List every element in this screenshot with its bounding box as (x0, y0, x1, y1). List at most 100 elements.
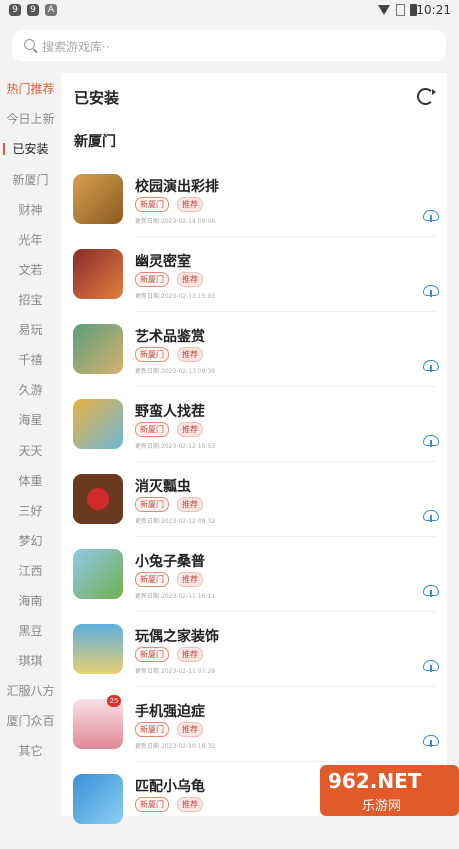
notification-icon: A (45, 4, 57, 16)
tag-channel: 新厦门 (135, 197, 169, 212)
tag-channel: 新厦门 (135, 347, 169, 362)
tag-channel: 新厦门 (135, 722, 169, 737)
search-bar[interactable]: 搜索游戏库·· (12, 30, 446, 61)
sidebar-item[interactable]: 汇服八方 (0, 679, 61, 703)
game-thumbnail (73, 774, 123, 824)
sidebar-item[interactable]: 梦幻 (0, 529, 61, 553)
divider (135, 236, 435, 237)
sidebar-item[interactable]: 财神 (0, 198, 61, 222)
game-thumbnail (73, 549, 123, 599)
game-item[interactable]: 消灭瓢虫 新厦门 推荐 更新日期:2023-02-12 08:32 (61, 474, 447, 549)
tag-recommend: 推荐 (177, 797, 203, 812)
tag-channel: 新厦门 (135, 797, 169, 812)
tag-channel: 新厦门 (135, 647, 169, 662)
game-thumbnail (73, 324, 123, 374)
tag-recommend: 推荐 (177, 347, 203, 362)
section-title: 新厦门 (74, 134, 116, 150)
sidebar-item[interactable]: 文若 (0, 258, 61, 282)
no-sim-icon (396, 4, 405, 16)
sidebar-item[interactable]: 厦门众百 (0, 709, 61, 733)
search-icon (24, 39, 35, 50)
game-title: 幽灵密室 (135, 254, 191, 270)
sidebar-item[interactable]: 其它 (0, 739, 61, 763)
game-title: 校园演出彩排 (135, 179, 219, 195)
sidebar-item[interactable]: 天天 (0, 439, 61, 463)
sidebar-item[interactable]: 久游 (0, 378, 61, 402)
game-item[interactable]: 幽灵密室 新厦门 推荐 更新日期:2023-02-13 15:03 (61, 249, 447, 324)
sidebar-item-hot[interactable]: 热门推荐 (0, 77, 61, 101)
cloud-download-icon[interactable] (423, 285, 439, 297)
divider (135, 761, 435, 762)
cloud-download-icon[interactable] (423, 360, 439, 372)
sidebar-item-today[interactable]: 今日上新 (0, 107, 61, 131)
tag-channel: 新厦门 (135, 572, 169, 587)
game-title: 艺术品鉴赏 (135, 329, 205, 345)
active-indicator (3, 143, 5, 155)
game-item[interactable]: 25 手机强迫症 新厦门 推荐 更新日期:2023-02-10 16:32 (61, 695, 447, 774)
sidebar-item[interactable]: 体重 (0, 469, 61, 493)
update-date: 更新日期:2023-02-12 08:32 (135, 518, 216, 525)
game-thumbnail (73, 249, 123, 299)
sidebar-item[interactable]: 黑豆 (0, 619, 61, 643)
game-title: 小兔子桑普 (135, 554, 205, 570)
cloud-download-icon[interactable] (423, 660, 439, 672)
cloud-download-icon[interactable] (423, 210, 439, 222)
wifi-icon (378, 5, 390, 15)
refresh-icon[interactable] (417, 88, 436, 105)
game-item[interactable]: 校园演出彩排 新厦门 推荐 更新日期:2023-02-14 09:06 (61, 174, 447, 249)
sidebar-item[interactable]: 海星 (0, 408, 61, 432)
game-title: 匹配小乌龟 (135, 779, 205, 795)
divider (135, 386, 435, 387)
watermark-brand: 962.NET (328, 769, 422, 793)
sidebar-item[interactable]: 招宝 (0, 288, 61, 312)
tag-recommend: 推荐 (177, 422, 203, 437)
game-item[interactable]: 野蛮人找茬 新厦门 推荐 更新日期:2023-02-12 15:53 (61, 399, 447, 474)
cloud-download-icon[interactable] (423, 735, 439, 747)
sidebar-item[interactable]: 海南 (0, 589, 61, 613)
update-date: 更新日期:2023-02-12 15:53 (135, 443, 216, 450)
sidebar-item[interactable]: 千禧 (0, 348, 61, 372)
status-time: 10:21 (416, 3, 451, 17)
game-item[interactable]: 小兔子桑普 新厦门 推荐 更新日期:2023-02-11 16:11 (61, 549, 447, 624)
game-thumbnail (73, 624, 123, 674)
cloud-download-icon[interactable] (423, 435, 439, 447)
update-date: 更新日期:2023-02-13 15:03 (135, 293, 216, 300)
notification-icon: 9 (9, 4, 21, 16)
sidebar-item[interactable]: 易玩 (0, 318, 61, 342)
divider (135, 461, 435, 462)
tag-channel: 新厦门 (135, 422, 169, 437)
sidebar-item[interactable]: 三好 (0, 499, 61, 523)
sidebar-item[interactable]: 新厦门 (0, 168, 61, 192)
watermark-site: 乐游网 (362, 799, 402, 814)
tag-recommend: 推荐 (177, 272, 203, 287)
game-thumbnail (73, 399, 123, 449)
game-title: 消灭瓢虫 (135, 479, 191, 495)
game-title: 玩偶之家装饰 (135, 629, 219, 645)
game-thumbnail (73, 174, 123, 224)
cloud-download-icon[interactable] (423, 510, 439, 522)
tag-recommend: 推荐 (177, 647, 203, 662)
page-title: 已安装 (74, 89, 120, 107)
divider (135, 536, 435, 537)
update-date: 更新日期:2023-02-13 09:39 (135, 368, 216, 375)
tag-channel: 新厦门 (135, 272, 169, 287)
sidebar-item[interactable]: 光年 (0, 228, 61, 252)
badge-count: 25 (107, 695, 121, 707)
tag-recommend: 推荐 (177, 572, 203, 587)
tag-recommend: 推荐 (177, 497, 203, 512)
cloud-download-icon[interactable] (423, 585, 439, 597)
category-sidebar: 热门推荐 今日上新 已安装 新厦门 财神 光年 文若 招宝 易玩 千禧 久游 海… (0, 72, 61, 816)
update-date: 更新日期:2023-02-10 16:32 (135, 743, 216, 750)
notification-icon: 9 (27, 4, 39, 16)
divider (135, 611, 435, 612)
game-item[interactable]: 艺术品鉴赏 新厦门 推荐 更新日期:2023-02-13 09:39 (61, 324, 447, 399)
sidebar-item-installed[interactable]: 已安装 (0, 137, 61, 161)
sidebar-item[interactable]: 江西 (0, 559, 61, 583)
game-thumbnail (73, 474, 123, 524)
status-bar: 9 9 A 10:21 (0, 0, 459, 22)
game-item[interactable]: 玩偶之家装饰 新厦门 推荐 更新日期:2023-02-11 07:28 (61, 624, 447, 699)
search-placeholder: 搜索游戏库·· (42, 40, 110, 54)
installed-panel: 已安装 新厦门 校园演出彩排 新厦门 推荐 更新日期:2023-02-14 09… (61, 73, 447, 824)
sidebar-item[interactable]: 琪琪 (0, 649, 61, 673)
divider (135, 686, 435, 687)
